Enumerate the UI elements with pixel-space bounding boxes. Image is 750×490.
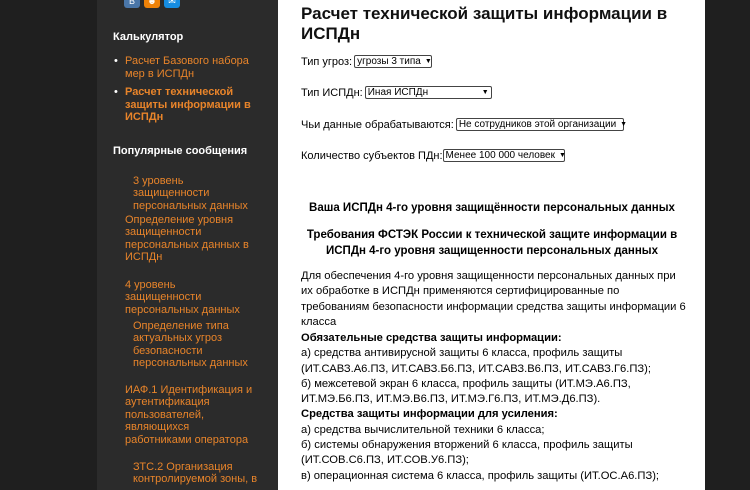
subjects-count-value: Менее 100 000 человек xyxy=(445,150,555,161)
calculator-item-basic-set[interactable]: Расчет Базового набора мер в ИСПДн xyxy=(113,55,263,80)
protection-measures: Обязательные средства защиты информации:… xyxy=(301,331,686,484)
chevron-down-icon: ▼ xyxy=(481,89,489,96)
threat-type-value: угрозы 3 типа xyxy=(357,56,421,67)
popular-post-link[interactable]: ЗТС.2 Организация контролируемой зоны, в xyxy=(133,461,258,486)
vk-icon[interactable]: В xyxy=(124,0,140,8)
chevron-down-icon: ▼ xyxy=(424,58,432,65)
result-level: Ваша ИСПДн 4-го уровня защищённости перс… xyxy=(309,202,675,214)
threat-type-select[interactable]: угрозы 3 типа ▼ xyxy=(354,55,433,68)
ispdn-type-select[interactable]: Иная ИСПДн ▼ xyxy=(364,86,492,99)
calculator-item-label[interactable]: Расчет Базового набора мер в ИСПДн xyxy=(125,55,249,80)
data-owner-value: Не сотрудников этой организации xyxy=(458,119,617,130)
mandatory-item-b: б) межсетевой экран 6 класса, профиль за… xyxy=(301,377,631,406)
mail-icon[interactable]: ✉ xyxy=(164,0,180,8)
right-gutter xyxy=(705,0,750,490)
social-share: В ☻ ✉ xyxy=(124,0,180,8)
ispdn-type-value: Иная ИСПДн xyxy=(367,87,429,98)
subjects-count-select[interactable]: Менее 100 000 человек ▼ xyxy=(442,149,566,162)
data-owner-select[interactable]: Не сотрудников этой организации ▼ xyxy=(455,118,628,131)
calculator-heading: Калькулятор xyxy=(113,31,184,43)
odnoklassniki-icon[interactable]: ☻ xyxy=(144,0,160,8)
left-gutter xyxy=(0,0,97,490)
data-owner-label: Чьи данные обрабатываются: xyxy=(301,118,454,131)
main-content: Расчет технической защиты информации в И… xyxy=(278,0,705,490)
subjects-count-row: Количество субъектов ПДн: Менее 100 000 … xyxy=(301,149,566,162)
intro-paragraph: Для обеспечения 4-го уровня защищенности… xyxy=(301,270,686,328)
calculator-list: Расчет Базового набора мер в ИСПДн Расче… xyxy=(113,55,263,130)
popular-post-link[interactable]: 4 уровень защищенности персональных данн… xyxy=(125,279,250,316)
threat-type-row: Тип угроз: угрозы 3 типа ▼ xyxy=(301,55,433,68)
popular-post-link[interactable]: Определение типа актуальных угроз безопа… xyxy=(133,320,253,370)
strengthening-item-a: а) средства вычислительной техники 6 кла… xyxy=(301,423,545,436)
sidebar: В ☻ ✉ Калькулятор Расчет Базового набора… xyxy=(97,0,278,490)
threat-type-label: Тип угроз: xyxy=(301,55,353,68)
ispdn-type-label: Тип ИСПДн: xyxy=(301,86,363,99)
popular-post-link[interactable]: 3 уровень защищенности персональных данн… xyxy=(133,175,258,212)
popular-post-link[interactable]: ИАФ.1 Идентификация и аутентификация пол… xyxy=(125,384,253,446)
chevron-down-icon: ▼ xyxy=(559,152,566,159)
popular-heading: Популярные сообщения xyxy=(113,145,248,157)
calculator-item-technical-protection[interactable]: Расчет технической защиты информации в И… xyxy=(113,86,263,124)
strengthening-item-b: б) системы обнаружения вторжений 6 класс… xyxy=(301,439,633,467)
subjects-count-label: Количество субъектов ПДн: xyxy=(301,149,443,162)
popular-post-link[interactable]: Определение уровня защищенности персонал… xyxy=(125,214,250,264)
chevron-down-icon: ▼ xyxy=(620,121,628,128)
mandatory-heading: Обязательные средства защиты информации: xyxy=(301,332,562,344)
calculator-item-label[interactable]: Расчет технической защиты информации в И… xyxy=(125,86,251,123)
strengthening-heading: Средства защиты информации для усиления: xyxy=(301,408,558,421)
page-title: Расчет технической защиты информации в И… xyxy=(301,4,668,43)
requirements-heading: Требования ФСТЭК России к технической за… xyxy=(306,229,678,257)
data-owner-row: Чьи данные обрабатываются: Не сотруднико… xyxy=(301,118,628,131)
strengthening-item-c: в) операционная система 6 класса, профил… xyxy=(301,469,660,482)
ispdn-type-row: Тип ИСПДн: Иная ИСПДн ▼ xyxy=(301,86,492,99)
mandatory-item-a: а) средства антивирусной защиты 6 класса… xyxy=(301,347,652,375)
